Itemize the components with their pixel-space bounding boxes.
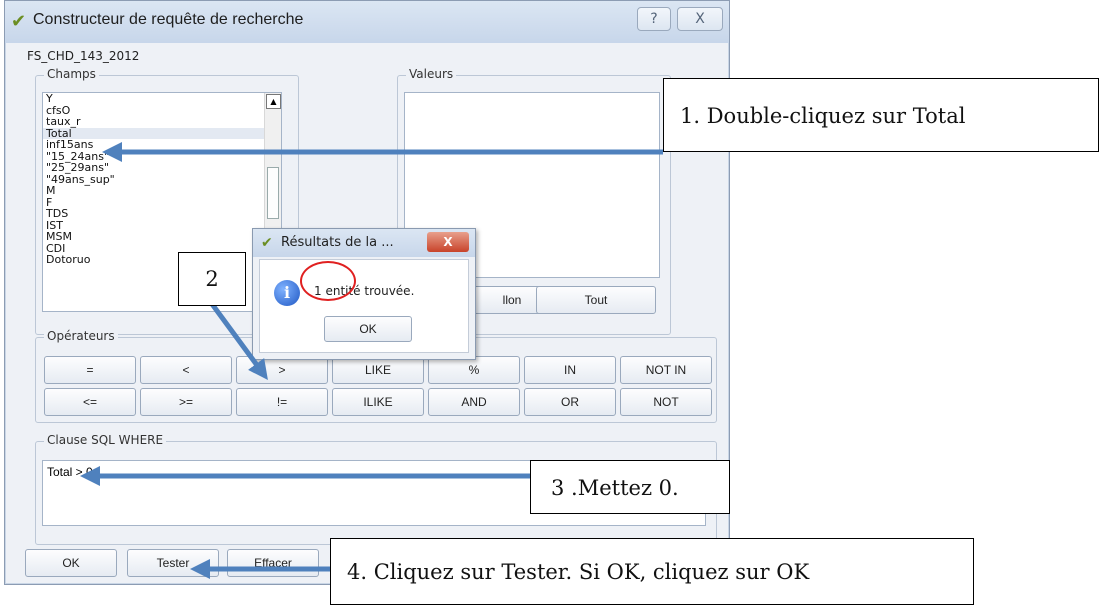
step-2-callout: 2 [178, 252, 246, 306]
arrow-2 [209, 302, 268, 381]
step-3-callout: 3 .Mettez 0. [530, 460, 730, 514]
step-1-callout: 1. Double-cliquez sur Total [663, 78, 1099, 152]
step-4-callout: 4. Cliquez sur Tester. Si OK, cliquez su… [330, 538, 974, 605]
